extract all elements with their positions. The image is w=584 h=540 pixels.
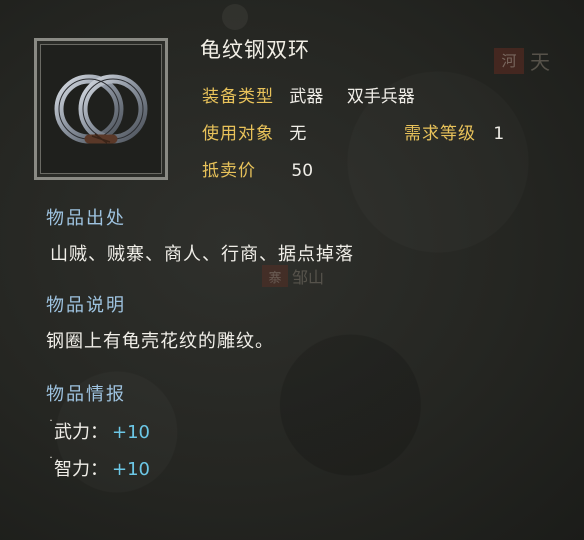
equip-type-row: 装备类型 武器 双手兵器 xyxy=(202,82,415,107)
map-marker-icon xyxy=(222,4,248,30)
map-seal-icon: 河 xyxy=(494,47,524,74)
item-icon-frame xyxy=(34,38,168,180)
info-heading: 物品情报 xyxy=(46,384,126,405)
stat-name: 武力： xyxy=(54,422,108,443)
description-heading: 物品说明 xyxy=(46,295,126,316)
target-label: 使用对象 xyxy=(202,124,274,144)
equip-type-value: 武器 xyxy=(289,87,324,107)
map-location-text: 邹山 xyxy=(292,268,325,287)
twin-steel-rings-icon xyxy=(54,74,148,144)
item-name: 龟纹钢双环 xyxy=(200,38,310,62)
req-level-label: 需求等级 xyxy=(404,124,476,144)
map-seal-icon: 寨 xyxy=(262,265,288,287)
stat-row: ˙武力： +10 xyxy=(48,418,150,444)
equip-subtype-value: 双手兵器 xyxy=(346,87,415,107)
req-level-value: 1 xyxy=(493,124,505,144)
description-text: 钢圈上有龟壳花纹的雕纹。 xyxy=(46,331,274,352)
stat-row: ˙智力： +10 xyxy=(48,455,150,481)
sell-price-label: 抵卖价 xyxy=(202,161,256,181)
source-heading: 物品出处 xyxy=(46,208,126,229)
sell-price-row: 抵卖价 50 xyxy=(202,156,313,181)
target-row: 使用对象 无 xyxy=(202,119,306,144)
source-text: 山贼、贼寨、商人、行商、据点掉落 xyxy=(50,244,354,265)
stat-name: 智力： xyxy=(54,459,108,480)
map-location-mid: 寨 邹山 xyxy=(262,264,324,288)
map-location-right: 河 天 xyxy=(494,46,550,75)
req-level-row: 需求等级 1 xyxy=(404,119,504,144)
map-location-text: 天 xyxy=(530,50,550,74)
stat-value: +10 xyxy=(112,422,150,443)
target-value: 无 xyxy=(289,124,307,144)
sell-price-value: 50 xyxy=(291,161,314,181)
equip-type-label: 装备类型 xyxy=(202,87,274,107)
stat-value: +10 xyxy=(112,459,150,480)
